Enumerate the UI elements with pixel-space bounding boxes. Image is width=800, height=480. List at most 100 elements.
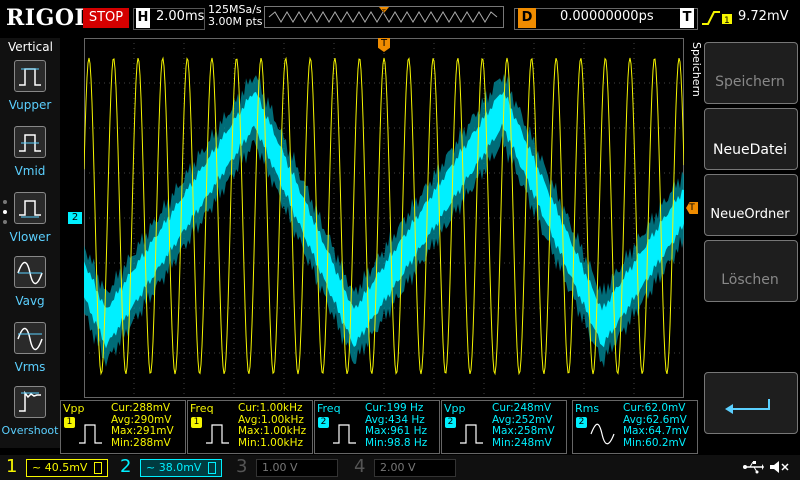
pulse-mid-icon (19, 134, 41, 152)
overshoot-icon (19, 390, 41, 412)
channel-2-status[interactable]: 2 ~ 38.0mV (118, 456, 228, 479)
vupper-button[interactable] (14, 60, 46, 92)
channel-scale: ~ 38.0mV (146, 461, 202, 474)
measurement-channel-badge: 1 (64, 417, 75, 428)
loeschen-label: Löschen (721, 272, 779, 288)
channel-2-core-trace (84, 91, 684, 349)
svg-text:T: T (381, 9, 386, 16)
vupper-label: Vupper (8, 98, 52, 112)
vavg-label: Vavg (15, 294, 45, 308)
sine-rms-icon (17, 327, 43, 351)
overshoot-button[interactable] (14, 386, 46, 418)
measurement-current: Cur:199 Hz (365, 402, 424, 414)
measurement-box[interactable]: Vpp 2 Cur:248mV Avg:252mV Max:258mV Min:248mV (441, 400, 567, 454)
measurement-type-icon (79, 424, 102, 444)
measurement-minimum: Min:60.2mV (623, 436, 686, 449)
channel-number: 1 (6, 456, 18, 477)
vavg-button[interactable] (14, 256, 46, 288)
neuedatei-button[interactable] (704, 108, 798, 170)
page-dot-active (3, 210, 7, 214)
waveform-display[interactable] (84, 38, 684, 398)
trigger-level-value: 9.72mV (738, 9, 789, 24)
channel-number: 4 (354, 456, 366, 477)
measurement-current: Cur:288mV (111, 402, 171, 414)
channel-number: 2 (120, 456, 132, 477)
vlower-button[interactable] (14, 192, 46, 224)
measurement-maximum: Max:961 Hz (365, 425, 428, 437)
neuedatei-label: NeueDatei (713, 142, 787, 158)
vmid-label: Vmid (14, 164, 46, 178)
measurement-maximum: Max:64.7mV (623, 425, 690, 437)
measurement-maximum: Max:1.00kHz (238, 425, 307, 437)
channel-scale: 1.00 V (262, 461, 298, 474)
trigger-level-marker[interactable]: T (686, 202, 698, 214)
right-menu-title: Speichern (690, 42, 703, 97)
bandwidth-limit-icon (208, 462, 216, 474)
measurement-type-icon (460, 424, 483, 444)
measurement-channel-badge: 2 (318, 417, 329, 428)
measurement-minimum: Min:248mV (492, 436, 552, 449)
neueordner-label: NeueOrdner (710, 207, 790, 222)
speichern-button[interactable] (704, 42, 798, 104)
page-dot (3, 200, 7, 204)
timebase-value: 2.00ms (156, 9, 205, 24)
measurement-type-icon (333, 424, 356, 444)
page-dot (3, 220, 7, 224)
trigger-edge-icon: 1 (702, 11, 732, 26)
measurement-channel-badge: 1 (191, 417, 202, 428)
delay-letter: D (518, 8, 536, 28)
channel-1-status[interactable]: 1 ~ 40.5mV (4, 456, 114, 479)
channel-scale: 2.00 V (380, 461, 416, 474)
channel-4-status[interactable]: 4 2.00 V (352, 456, 462, 479)
bandwidth-limit-icon (94, 462, 102, 474)
measurement-minimum: Min:98.8 Hz (365, 436, 428, 449)
measurement-channel-badge: 2 (445, 417, 456, 428)
acquisition-info: 125MSa/s 3.00M pts (208, 4, 263, 28)
measurement-name: Freq (190, 402, 214, 415)
measurement-name: Freq (317, 402, 341, 415)
measurement-minimum: Min:288mV (111, 436, 171, 449)
sine-avg-icon (17, 261, 43, 285)
vrms-label: Vrms (14, 360, 46, 374)
speaker-muted-icon[interactable] (768, 459, 790, 475)
channel-number: 3 (236, 456, 248, 477)
measurement-box[interactable]: Rms 2 Cur:62.0mV Avg:62.6mV Max:64.7mV Min:60… (572, 400, 698, 454)
vmid-button[interactable] (14, 126, 46, 158)
measurement-maximum: Max:291mV (111, 425, 174, 437)
neueordner-button[interactable] (704, 174, 798, 236)
memory-depth: 3.00M pts (208, 15, 263, 28)
measurement-current: Cur:248mV (492, 402, 552, 414)
measurement-name: Vpp (63, 402, 85, 415)
measurement-box[interactable]: Freq 1 Cur:1.00kHz Avg:1.00kHz Max:1.00kHz Mi… (187, 400, 313, 454)
pulse-bottom-icon (19, 200, 41, 218)
svg-text:1: 1 (724, 16, 730, 26)
measurement-name: Vpp (444, 402, 466, 415)
measurement-box[interactable]: Freq 2 Cur:199 Hz Avg:434 Hz Max:961 Hz Min:9… (314, 400, 440, 454)
return-arrow-icon (725, 399, 770, 414)
run-stop-badge[interactable]: STOP (83, 8, 129, 28)
vlower-label: Vlower (9, 230, 51, 244)
measurement-box[interactable]: Vpp 1 Cur:288mV Avg:290mV Max:291mV Min:288mV (60, 400, 186, 454)
trigger-letter: T (680, 8, 694, 28)
loeschen-button[interactable] (704, 240, 798, 302)
measurement-current: Cur:62.0mV (623, 402, 686, 414)
waveform-overview-bar[interactable]: T (264, 6, 504, 28)
return-button[interactable] (704, 372, 798, 434)
vrms-button[interactable] (14, 322, 46, 354)
measurement-name: Rms (575, 402, 600, 415)
timebase-letter: H (136, 8, 150, 28)
rigol-logo: RIGOL (6, 5, 91, 31)
delay-value: 0.00000000ps (560, 9, 654, 24)
left-menu-title: Vertical (8, 40, 53, 54)
measurement-current: Cur:1.00kHz (238, 402, 303, 414)
pulse-top-icon (19, 68, 41, 86)
channel-2-offset-marker[interactable]: 2 (68, 212, 82, 224)
channel-3-status[interactable]: 3 1.00 V (234, 456, 344, 479)
measurement-type-icon (590, 423, 615, 445)
measurement-channel-badge: 2 (576, 417, 587, 428)
speichern-label: Speichern (715, 74, 785, 90)
measurement-minimum: Min:1.00kHz (238, 436, 304, 449)
measurement-maximum: Max:258mV (492, 425, 555, 437)
overshoot-label: Overshoot (1, 424, 59, 437)
channel-scale: ~ 40.5mV (32, 461, 88, 474)
